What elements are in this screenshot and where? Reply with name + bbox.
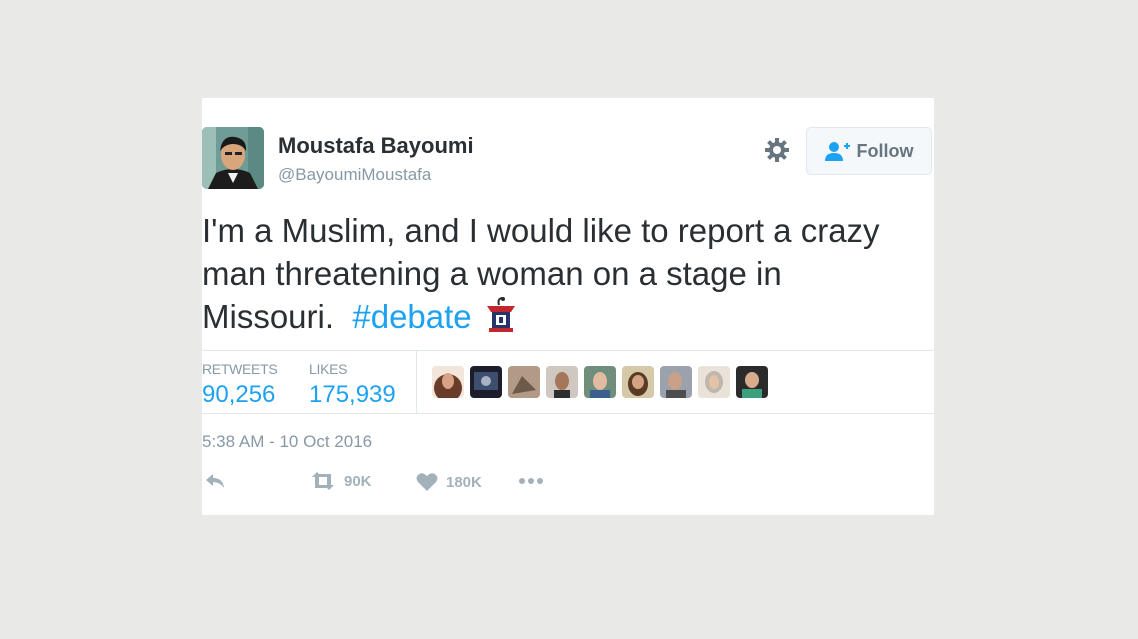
retweets-value: 90,256 — [202, 381, 276, 408]
reply-icon — [206, 474, 224, 488]
liker-avatar[interactable] — [546, 366, 578, 398]
stats-divider — [416, 351, 417, 413]
like-button[interactable]: 180K — [416, 472, 482, 492]
liker-avatar[interactable] — [698, 366, 730, 398]
more-icon — [519, 478, 543, 484]
likes-label: LIKES — [309, 361, 348, 377]
stats-bar: RETWEETS 90,256 LIKES 175,939 — [202, 350, 934, 414]
like-count: 180K — [446, 473, 482, 491]
likes-value: 175,939 — [309, 381, 396, 408]
likers-avatars — [432, 366, 768, 398]
liker-avatar[interactable] — [736, 366, 768, 398]
heart-icon — [416, 473, 438, 491]
follow-button[interactable]: Follow — [806, 127, 932, 175]
gear-icon[interactable] — [763, 136, 791, 164]
follow-label: Follow — [856, 140, 914, 161]
user-name[interactable]: Moustafa Bayoumi — [278, 133, 474, 159]
timestamp[interactable]: 5:38 AM - 10 Oct 2016 — [202, 432, 372, 452]
retweets-label: RETWEETS — [202, 361, 278, 377]
likes-stat[interactable]: LIKES 175,939 — [309, 361, 396, 409]
retweet-icon — [312, 472, 334, 490]
reply-button[interactable] — [204, 472, 226, 490]
tweet-card: Moustafa Bayoumi @BayoumiMoustafa Follow… — [202, 98, 934, 515]
tweet-body: I'm a Muslim, and I would like to report… — [202, 212, 880, 335]
retweets-stat[interactable]: RETWEETS 90,256 — [202, 361, 278, 409]
more-button[interactable] — [518, 472, 544, 490]
follow-person-icon — [824, 142, 850, 161]
podium-emoji — [485, 296, 517, 344]
user-handle[interactable]: @BayoumiMoustafa — [278, 165, 431, 185]
liker-avatar[interactable] — [508, 366, 540, 398]
liker-avatar[interactable] — [660, 366, 692, 398]
liker-avatar[interactable] — [470, 366, 502, 398]
liker-avatar[interactable] — [432, 366, 464, 398]
retweet-button[interactable]: 90K — [310, 472, 372, 490]
liker-avatar[interactable] — [622, 366, 654, 398]
liker-avatar[interactable] — [584, 366, 616, 398]
tweet-text: I'm a Muslim, and I would like to report… — [202, 209, 927, 344]
retweet-count: 90K — [344, 472, 372, 490]
hashtag-link[interactable]: #debate — [352, 298, 471, 335]
avatar[interactable] — [202, 127, 264, 189]
